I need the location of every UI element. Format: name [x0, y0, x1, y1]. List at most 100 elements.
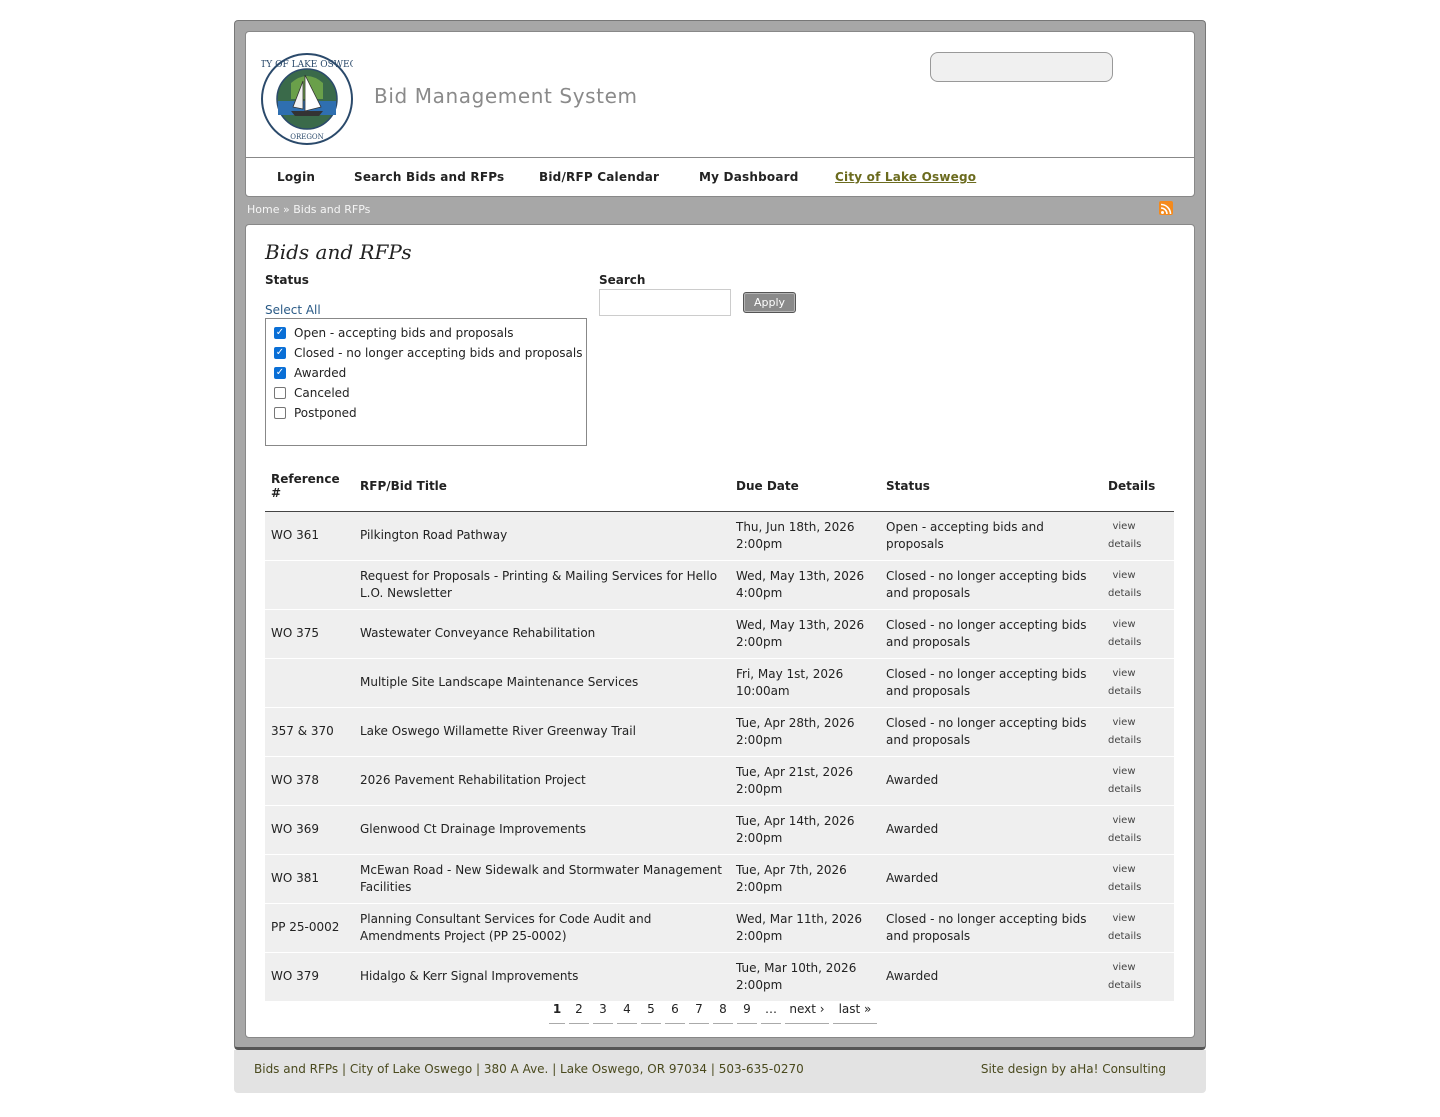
- status-filter-list: ✓ Open - accepting bids and proposals ✓ …: [265, 318, 587, 446]
- cell-reference: WO 379: [265, 952, 354, 1002]
- status-option-label: Closed - no longer accepting bids and pr…: [294, 346, 583, 360]
- header-search-input[interactable]: [930, 52, 1113, 82]
- view-details-link[interactable]: view details: [1108, 763, 1141, 799]
- cell-details: view details: [1102, 756, 1174, 806]
- pager-link[interactable]: 1: [549, 1000, 565, 1024]
- nav-bid-calendar[interactable]: Bid/RFP Calendar: [539, 170, 659, 184]
- table-row: WO 375 Wastewater Conveyance Rehabilitati…: [265, 609, 1174, 659]
- breadcrumb: Home » Bids and RFPs: [247, 203, 370, 216]
- pager-link[interactable]: 3: [593, 1000, 613, 1024]
- pager-link[interactable]: 8: [713, 1000, 733, 1024]
- cell-details: view details: [1102, 854, 1174, 904]
- due-time: 2:00pm: [736, 634, 783, 649]
- checkbox-open[interactable]: ✓: [274, 327, 286, 339]
- table-row: Multiple Site Landscape Maintenance Serv…: [265, 658, 1174, 708]
- table-row: WO 379 Hidalgo & Kerr Signal Improvements…: [265, 952, 1174, 1002]
- due-time: 10:00am: [736, 683, 790, 698]
- cell-status: Awarded: [880, 952, 1102, 1002]
- col-title: RFP/Bid Title: [354, 462, 730, 512]
- logo-text-bottom: OREGON: [290, 133, 324, 141]
- search-label: Search: [599, 273, 646, 287]
- apply-button[interactable]: Apply: [743, 292, 796, 313]
- status-option[interactable]: Postponed: [274, 403, 586, 423]
- col-due-date: Due Date: [730, 462, 880, 512]
- cell-details: view details: [1102, 952, 1174, 1002]
- breadcrumb-separator: »: [282, 203, 290, 216]
- status-option[interactable]: ✓ Awarded: [274, 363, 586, 383]
- table-row: WO 369 Glenwood Ct Drainage Improvements T…: [265, 805, 1174, 855]
- status-option[interactable]: Canceled: [274, 383, 586, 403]
- view-details-link[interactable]: view details: [1108, 567, 1141, 603]
- due-time: 4:00pm: [736, 585, 783, 600]
- pager-link[interactable]: …: [761, 1000, 781, 1024]
- breadcrumb-home[interactable]: Home: [247, 203, 279, 216]
- view-details-link[interactable]: view details: [1108, 518, 1141, 554]
- cell-title: Request for Proposals - Printing & Maili…: [354, 560, 730, 610]
- pager-link[interactable]: 7: [689, 1000, 709, 1024]
- cell-status: Awarded: [880, 854, 1102, 904]
- checkbox-postponed[interactable]: [274, 407, 286, 419]
- cell-status: Awarded: [880, 805, 1102, 855]
- status-option[interactable]: ✓ Open - accepting bids and proposals: [274, 323, 586, 343]
- cell-status: Closed - no longer accepting bids and pr…: [880, 707, 1102, 757]
- status-option[interactable]: ✓ Closed - no longer accepting bids and …: [274, 343, 586, 363]
- main-content: Bids and RFPs Status Select All ✓ Open -…: [245, 224, 1195, 1038]
- cell-reference: WO 378: [265, 756, 354, 806]
- pager-link[interactable]: 9: [737, 1000, 757, 1024]
- view-details-link[interactable]: view details: [1108, 959, 1141, 995]
- cell-reference: WO 381: [265, 854, 354, 904]
- cell-due-date: Wed, May 13th, 2026 4:00pm: [730, 560, 880, 610]
- view-details-link[interactable]: view details: [1108, 861, 1141, 897]
- pager-link[interactable]: next ›: [785, 1000, 829, 1024]
- pager-link[interactable]: 4: [617, 1000, 637, 1024]
- pager-link[interactable]: last »: [833, 1000, 877, 1024]
- rss-icon[interactable]: [1159, 201, 1173, 215]
- site-header: CITY OF LAKE OSWEGO OREGON Bid Managemen…: [245, 31, 1195, 158]
- due-time: 2:00pm: [736, 732, 783, 747]
- nav-search-bids[interactable]: Search Bids and RFPs: [354, 170, 504, 184]
- checkbox-closed[interactable]: ✓: [274, 347, 286, 359]
- cell-reference: 357 & 370: [265, 707, 354, 757]
- cell-due-date: Fri, May 1st, 2026 10:00am: [730, 658, 880, 708]
- view-details-link[interactable]: view details: [1108, 616, 1141, 652]
- table-row: WO 378 2026 Pavement Rehabilitation Proje…: [265, 756, 1174, 806]
- due-date: Tue, Apr 21st, 2026: [736, 764, 854, 779]
- due-date: Wed, May 13th, 2026: [736, 568, 865, 583]
- pager-link[interactable]: 5: [641, 1000, 661, 1024]
- checkbox-awarded[interactable]: ✓: [274, 367, 286, 379]
- nav-login[interactable]: Login: [277, 170, 315, 184]
- view-details-link[interactable]: view details: [1108, 714, 1141, 750]
- cell-details: view details: [1102, 707, 1174, 757]
- status-option-label: Postponed: [294, 406, 357, 420]
- nav-my-dashboard[interactable]: My Dashboard: [699, 170, 799, 184]
- due-time: 2:00pm: [736, 781, 783, 796]
- cell-details: view details: [1102, 903, 1174, 953]
- view-details-link[interactable]: view details: [1108, 910, 1141, 946]
- select-all-link[interactable]: Select All: [265, 303, 321, 317]
- cell-status: Closed - no longer accepting bids and pr…: [880, 560, 1102, 610]
- view-details-link[interactable]: view details: [1108, 665, 1141, 701]
- table-row: PP 25-0002 Planning Consultant Services f…: [265, 903, 1174, 953]
- due-time: 2:00pm: [736, 830, 783, 845]
- pager-link[interactable]: 6: [665, 1000, 685, 1024]
- logo-text-top: CITY OF LAKE OSWEGO: [261, 60, 353, 70]
- due-time: 2:00pm: [736, 977, 783, 992]
- footer-credit-link[interactable]: Site design by aHa! Consulting: [981, 1062, 1166, 1076]
- pager-link[interactable]: 2: [569, 1000, 589, 1024]
- due-date: Tue, Apr 14th, 2026: [736, 813, 855, 828]
- cell-details: view details: [1102, 805, 1174, 855]
- cell-reference: [265, 560, 354, 610]
- due-time: 2:00pm: [736, 536, 783, 551]
- checkbox-canceled[interactable]: [274, 387, 286, 399]
- cell-details: view details: [1102, 658, 1174, 708]
- view-details-link[interactable]: view details: [1108, 812, 1141, 848]
- table-row: WO 381 McEwan Road - New Sidewalk and Sto…: [265, 854, 1174, 904]
- cell-reference: [265, 658, 354, 708]
- status-filter-label: Status: [265, 273, 309, 287]
- status-option-label: Open - accepting bids and proposals: [294, 326, 514, 340]
- cell-details: view details: [1102, 560, 1174, 610]
- site-name: Bid Management System: [374, 84, 638, 108]
- search-input[interactable]: [599, 289, 731, 316]
- city-seal-logo[interactable]: CITY OF LAKE OSWEGO OREGON: [261, 53, 353, 145]
- nav-city-link[interactable]: City of Lake Oswego: [835, 170, 976, 184]
